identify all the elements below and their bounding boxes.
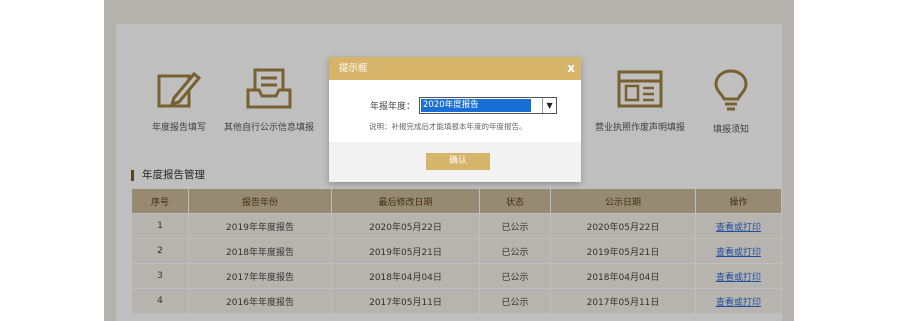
dialog-title: 提示框 [339, 63, 368, 74]
close-icon[interactable]: x [567, 57, 575, 80]
dialog-header: 提示框 x [329, 57, 581, 80]
year-select-row: 年报年度： 2020年度报告 ▼ [370, 97, 558, 114]
chevron-down-icon[interactable]: ▼ [542, 98, 556, 113]
confirm-button[interactable]: 确认 [426, 153, 490, 170]
year-label: 年报年度： [370, 102, 416, 112]
dialog-footer: 确认 [329, 142, 581, 182]
dialog-note: 说明：补报完成后才能填报本年度的年度报告。 [369, 122, 527, 131]
year-select-value: 2020年度报告 [421, 99, 532, 112]
prompt-dialog: 提示框 x 年报年度： 2020年度报告 ▼ 说明：补报完成后才能填报本年度的年… [329, 57, 581, 182]
year-select[interactable]: 2020年度报告 ▼ [419, 97, 558, 114]
